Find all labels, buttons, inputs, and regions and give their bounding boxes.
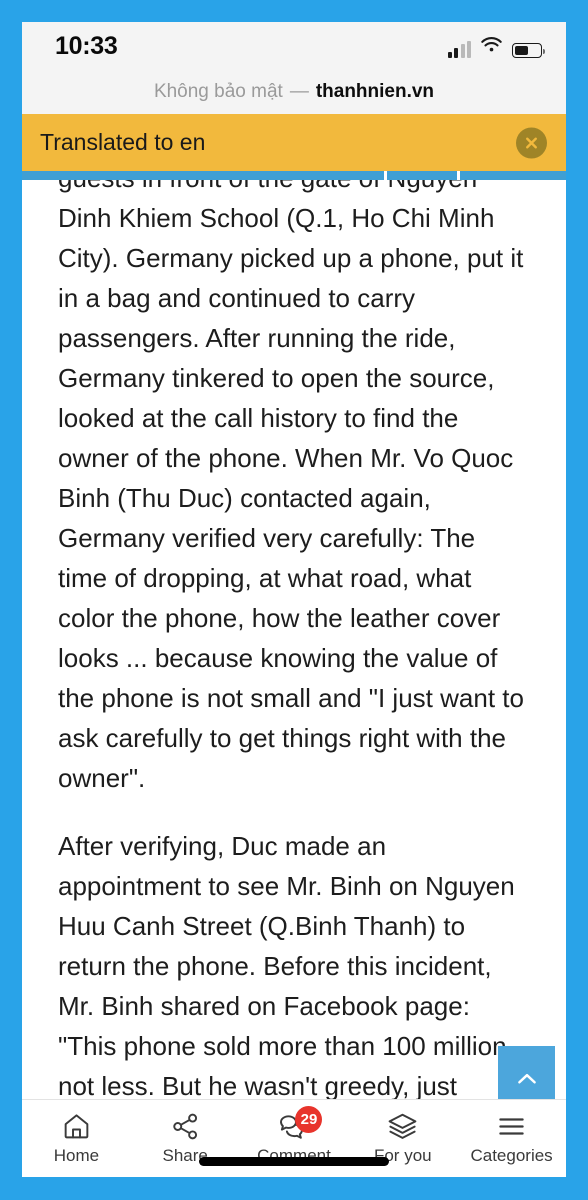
status-bar-clock: 10:33 — [55, 32, 118, 60]
wifi-icon — [480, 36, 503, 58]
nav-label: Categories — [470, 1146, 553, 1165]
url-host-text: thanhnien.vn — [315, 80, 435, 102]
article-paragraph: After verifying, Duc made an appointment… — [58, 826, 530, 1099]
nav-item-home[interactable]: Home — [22, 1100, 131, 1177]
phone-viewport: 10:33 Không bảo mật — thanhnien.vn Trans… — [22, 22, 566, 1177]
article-body[interactable]: guests in front of the gate of Nguyen Di… — [22, 180, 566, 1099]
page-top-strip — [22, 171, 566, 180]
scroll-to-top-button[interactable] — [498, 1046, 555, 1099]
close-circle-icon[interactable] — [516, 127, 547, 158]
status-bar: 10:33 — [22, 22, 566, 69]
bottom-navigation-bar[interactable]: Home Share 29 Comment For you Categories — [22, 1099, 566, 1177]
paragraph-text: guests in front of the gate of Nguyen Di… — [58, 180, 524, 793]
home-icon — [61, 1111, 92, 1142]
url-separator: — — [289, 80, 309, 102]
comment-badge: 29 — [295, 1106, 323, 1133]
status-bar-icons — [447, 36, 546, 58]
cellular-signal-icon — [447, 41, 471, 58]
home-indicator — [199, 1157, 389, 1166]
chevron-up-icon — [517, 1073, 536, 1083]
comment-icon: 29 — [278, 1106, 323, 1142]
nav-label: Home — [53, 1146, 100, 1165]
article-content: guests in front of the gate of Nguyen Di… — [22, 180, 566, 1099]
translate-banner-label: Translated to en — [40, 129, 206, 155]
battery-icon — [512, 43, 546, 58]
hamburger-menu-icon — [496, 1111, 527, 1142]
layers-icon — [387, 1111, 418, 1142]
paragraph-text: After verifying, Duc made an appointment… — [58, 831, 515, 1099]
url-bar[interactable]: Không bảo mật — thanhnien.vn — [22, 69, 566, 114]
nav-item-categories[interactable]: Categories — [457, 1100, 566, 1177]
article-paragraph: guests in front of the gate of Nguyen Di… — [58, 180, 530, 798]
device-frame: 10:33 Không bảo mật — thanhnien.vn Trans… — [0, 0, 588, 1200]
share-icon — [170, 1111, 201, 1142]
security-status-text: Không bảo mật — [153, 80, 283, 102]
translate-banner[interactable]: Translated to en — [22, 114, 566, 171]
